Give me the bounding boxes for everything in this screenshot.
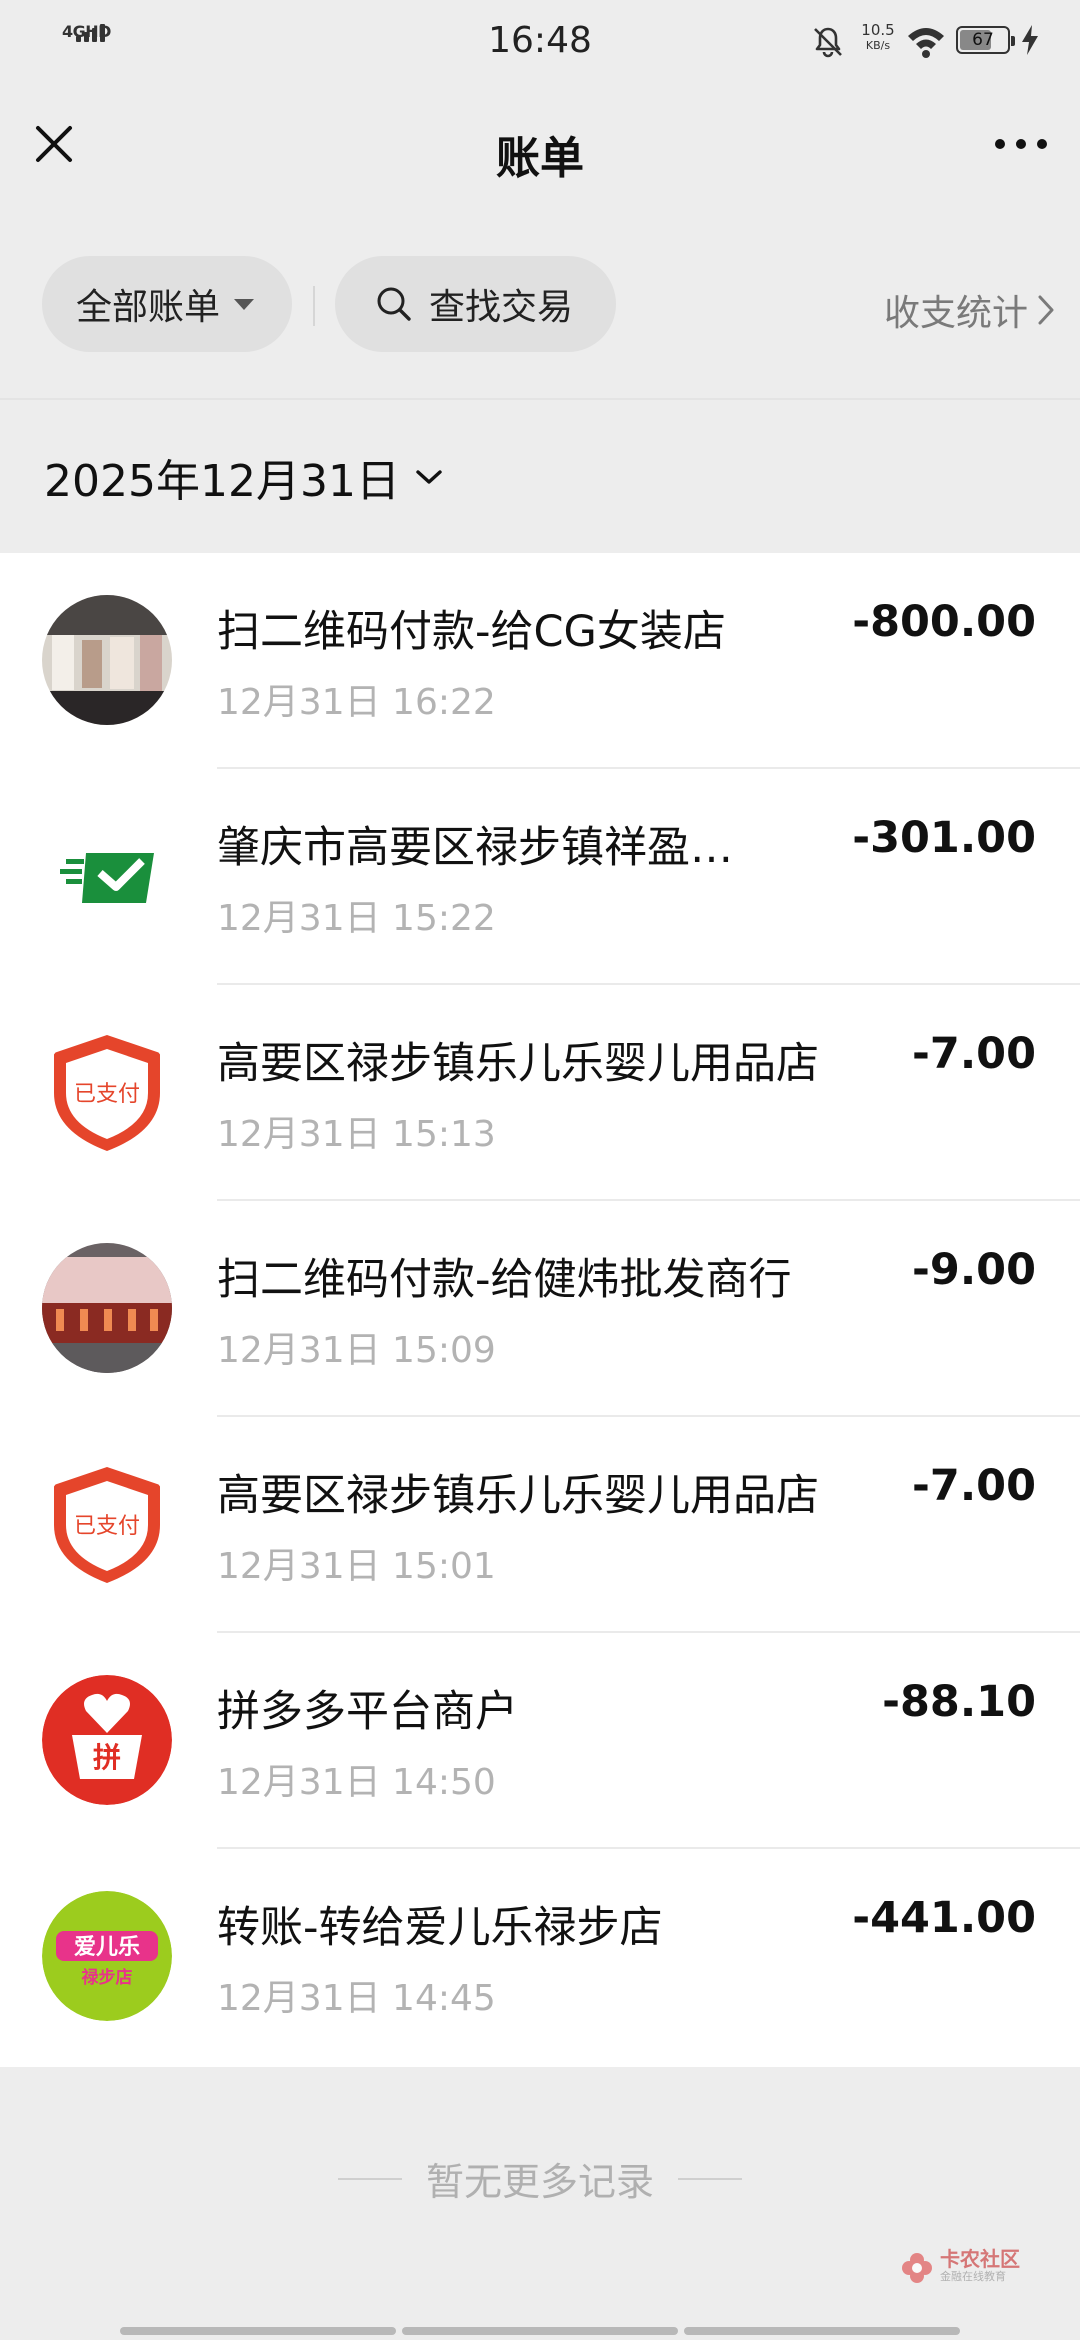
more-icon[interactable] xyxy=(990,120,1052,168)
search-icon xyxy=(377,287,411,321)
battery-icon: 67 xyxy=(956,26,1015,54)
divider xyxy=(313,286,315,326)
filter-bar: 全部账单 查找交易 收支统计 xyxy=(0,250,1080,354)
transaction-amount: -800.00 xyxy=(852,597,1036,647)
transaction-title: 高要区禄步镇乐儿乐婴儿用品店 xyxy=(217,1039,819,1089)
watermark-flower-icon xyxy=(902,2253,932,2283)
aierle-text: 爱儿乐 xyxy=(74,1935,140,1960)
bell-muted-icon xyxy=(814,27,842,58)
transaction-row[interactable]: 扫二维码付款-给CG女装店 12月31日 16:22 -800.00 xyxy=(0,553,1080,769)
transaction-row[interactable]: 已支付 高要区禄步镇乐儿乐婴儿用品店 12月31日 15:01 -7.00 xyxy=(0,1417,1080,1633)
transaction-amount: -301.00 xyxy=(852,813,1036,863)
transaction-amount: -7.00 xyxy=(912,1461,1036,1511)
date-label: 2025年12月31日 xyxy=(44,456,400,507)
nav-bar: 账单 xyxy=(0,80,1080,220)
transaction-time: 12月31日 15:22 xyxy=(217,898,496,939)
no-more-records: 暂无更多记录 xyxy=(0,2151,1080,2206)
caret-down-icon xyxy=(234,298,255,310)
transaction-time: 12月31日 15:13 xyxy=(217,1114,496,1155)
paid-shield-avatar: 已支付 xyxy=(42,1459,172,1589)
green-envelope-avatar xyxy=(42,811,172,941)
transaction-row[interactable]: 肇庆市高要区禄步镇祥盈… 12月31日 15:22 -301.00 xyxy=(0,769,1080,985)
transaction-amount: -9.00 xyxy=(912,1245,1036,1295)
transaction-amount: -7.00 xyxy=(912,1029,1036,1079)
transaction-title: 高要区禄步镇乐儿乐婴儿用品店 xyxy=(217,1471,819,1521)
section-divider xyxy=(0,398,1080,400)
transaction-title: 拼多多平台商户 xyxy=(217,1687,518,1737)
income-expense-stats-link[interactable]: 收支统计 xyxy=(884,284,1056,336)
paid-text: 已支付 xyxy=(74,1082,140,1107)
no-more-label: 暂无更多记录 xyxy=(425,2160,654,2204)
transaction-title: 扫二维码付款-给CG女装店 xyxy=(217,607,726,657)
transaction-amount: -441.00 xyxy=(852,1893,1036,1943)
status-bar: 4GHD 16:48 10.5 KB/s 67 xyxy=(0,0,1080,80)
home-indicator[interactable] xyxy=(120,2327,960,2335)
clothing-store-avatar xyxy=(42,595,172,725)
aierle-avatar: 爱儿乐 禄步店 xyxy=(42,1891,172,2021)
search-label: 查找交易 xyxy=(429,287,574,328)
stats-label: 收支统计 xyxy=(883,293,1028,334)
pinduoduo-avatar: 拼 xyxy=(42,1675,172,1805)
transaction-row[interactable]: 扫二维码付款-给健炜批发商行 12月31日 15:09 -9.00 xyxy=(0,1201,1080,1417)
transaction-time: 12月31日 16:22 xyxy=(217,682,496,723)
transaction-time: 12月31日 14:50 xyxy=(217,1762,496,1803)
wifi-icon xyxy=(908,28,944,58)
transaction-row[interactable]: 爱儿乐 禄步店 转账-转给爱儿乐禄步店 12月31日 14:45 -441.00 xyxy=(0,1849,1080,2065)
storefront-avatar xyxy=(42,1243,172,1373)
transaction-row[interactable]: 拼 拼多多平台商户 12月31日 14:50 -88.10 xyxy=(0,1633,1080,1849)
paid-text: 已支付 xyxy=(74,1514,140,1539)
date-selector[interactable]: 2025年12月31日 xyxy=(44,445,444,509)
transaction-title: 转账-转给爱儿乐禄步店 xyxy=(217,1903,663,1953)
network-speed: 10.5 KB/s xyxy=(861,21,895,52)
aierle-sub-text: 禄步店 xyxy=(82,1967,133,1988)
battery-level: 67 xyxy=(972,30,994,50)
transaction-title: 扫二维码付款-给健炜批发商行 xyxy=(217,1255,792,1305)
transaction-time: 12月31日 14:45 xyxy=(217,1978,496,2019)
all-bills-dropdown[interactable]: 全部账单 xyxy=(42,256,292,352)
transaction-title: 肇庆市高要区禄步镇祥盈… xyxy=(217,823,733,873)
transaction-row[interactable]: 已支付 高要区禄步镇乐儿乐婴儿用品店 12月31日 15:13 -7.00 xyxy=(0,985,1080,1201)
transaction-amount: -88.10 xyxy=(882,1677,1036,1727)
chevron-right-icon xyxy=(1038,295,1054,325)
watermark-logo: 卡农社区 金融在线教育 xyxy=(900,2247,1020,2286)
all-bills-label: 全部账单 xyxy=(76,287,221,328)
watermark-text: 卡农社区 xyxy=(940,2247,1020,2271)
chevron-down-icon xyxy=(416,470,442,484)
charging-icon xyxy=(1022,25,1038,55)
transaction-time: 12月31日 15:09 xyxy=(217,1330,496,1371)
search-transactions-button[interactable]: 查找交易 xyxy=(335,256,616,352)
paid-shield-avatar: 已支付 xyxy=(42,1027,172,1157)
transaction-list: 扫二维码付款-给CG女装店 12月31日 16:22 -800.00 肇庆市高要… xyxy=(0,553,1080,2067)
pdd-text: 拼 xyxy=(93,1741,121,1774)
page-title: 账单 xyxy=(496,133,584,184)
transaction-time: 12月31日 15:01 xyxy=(217,1546,496,1587)
